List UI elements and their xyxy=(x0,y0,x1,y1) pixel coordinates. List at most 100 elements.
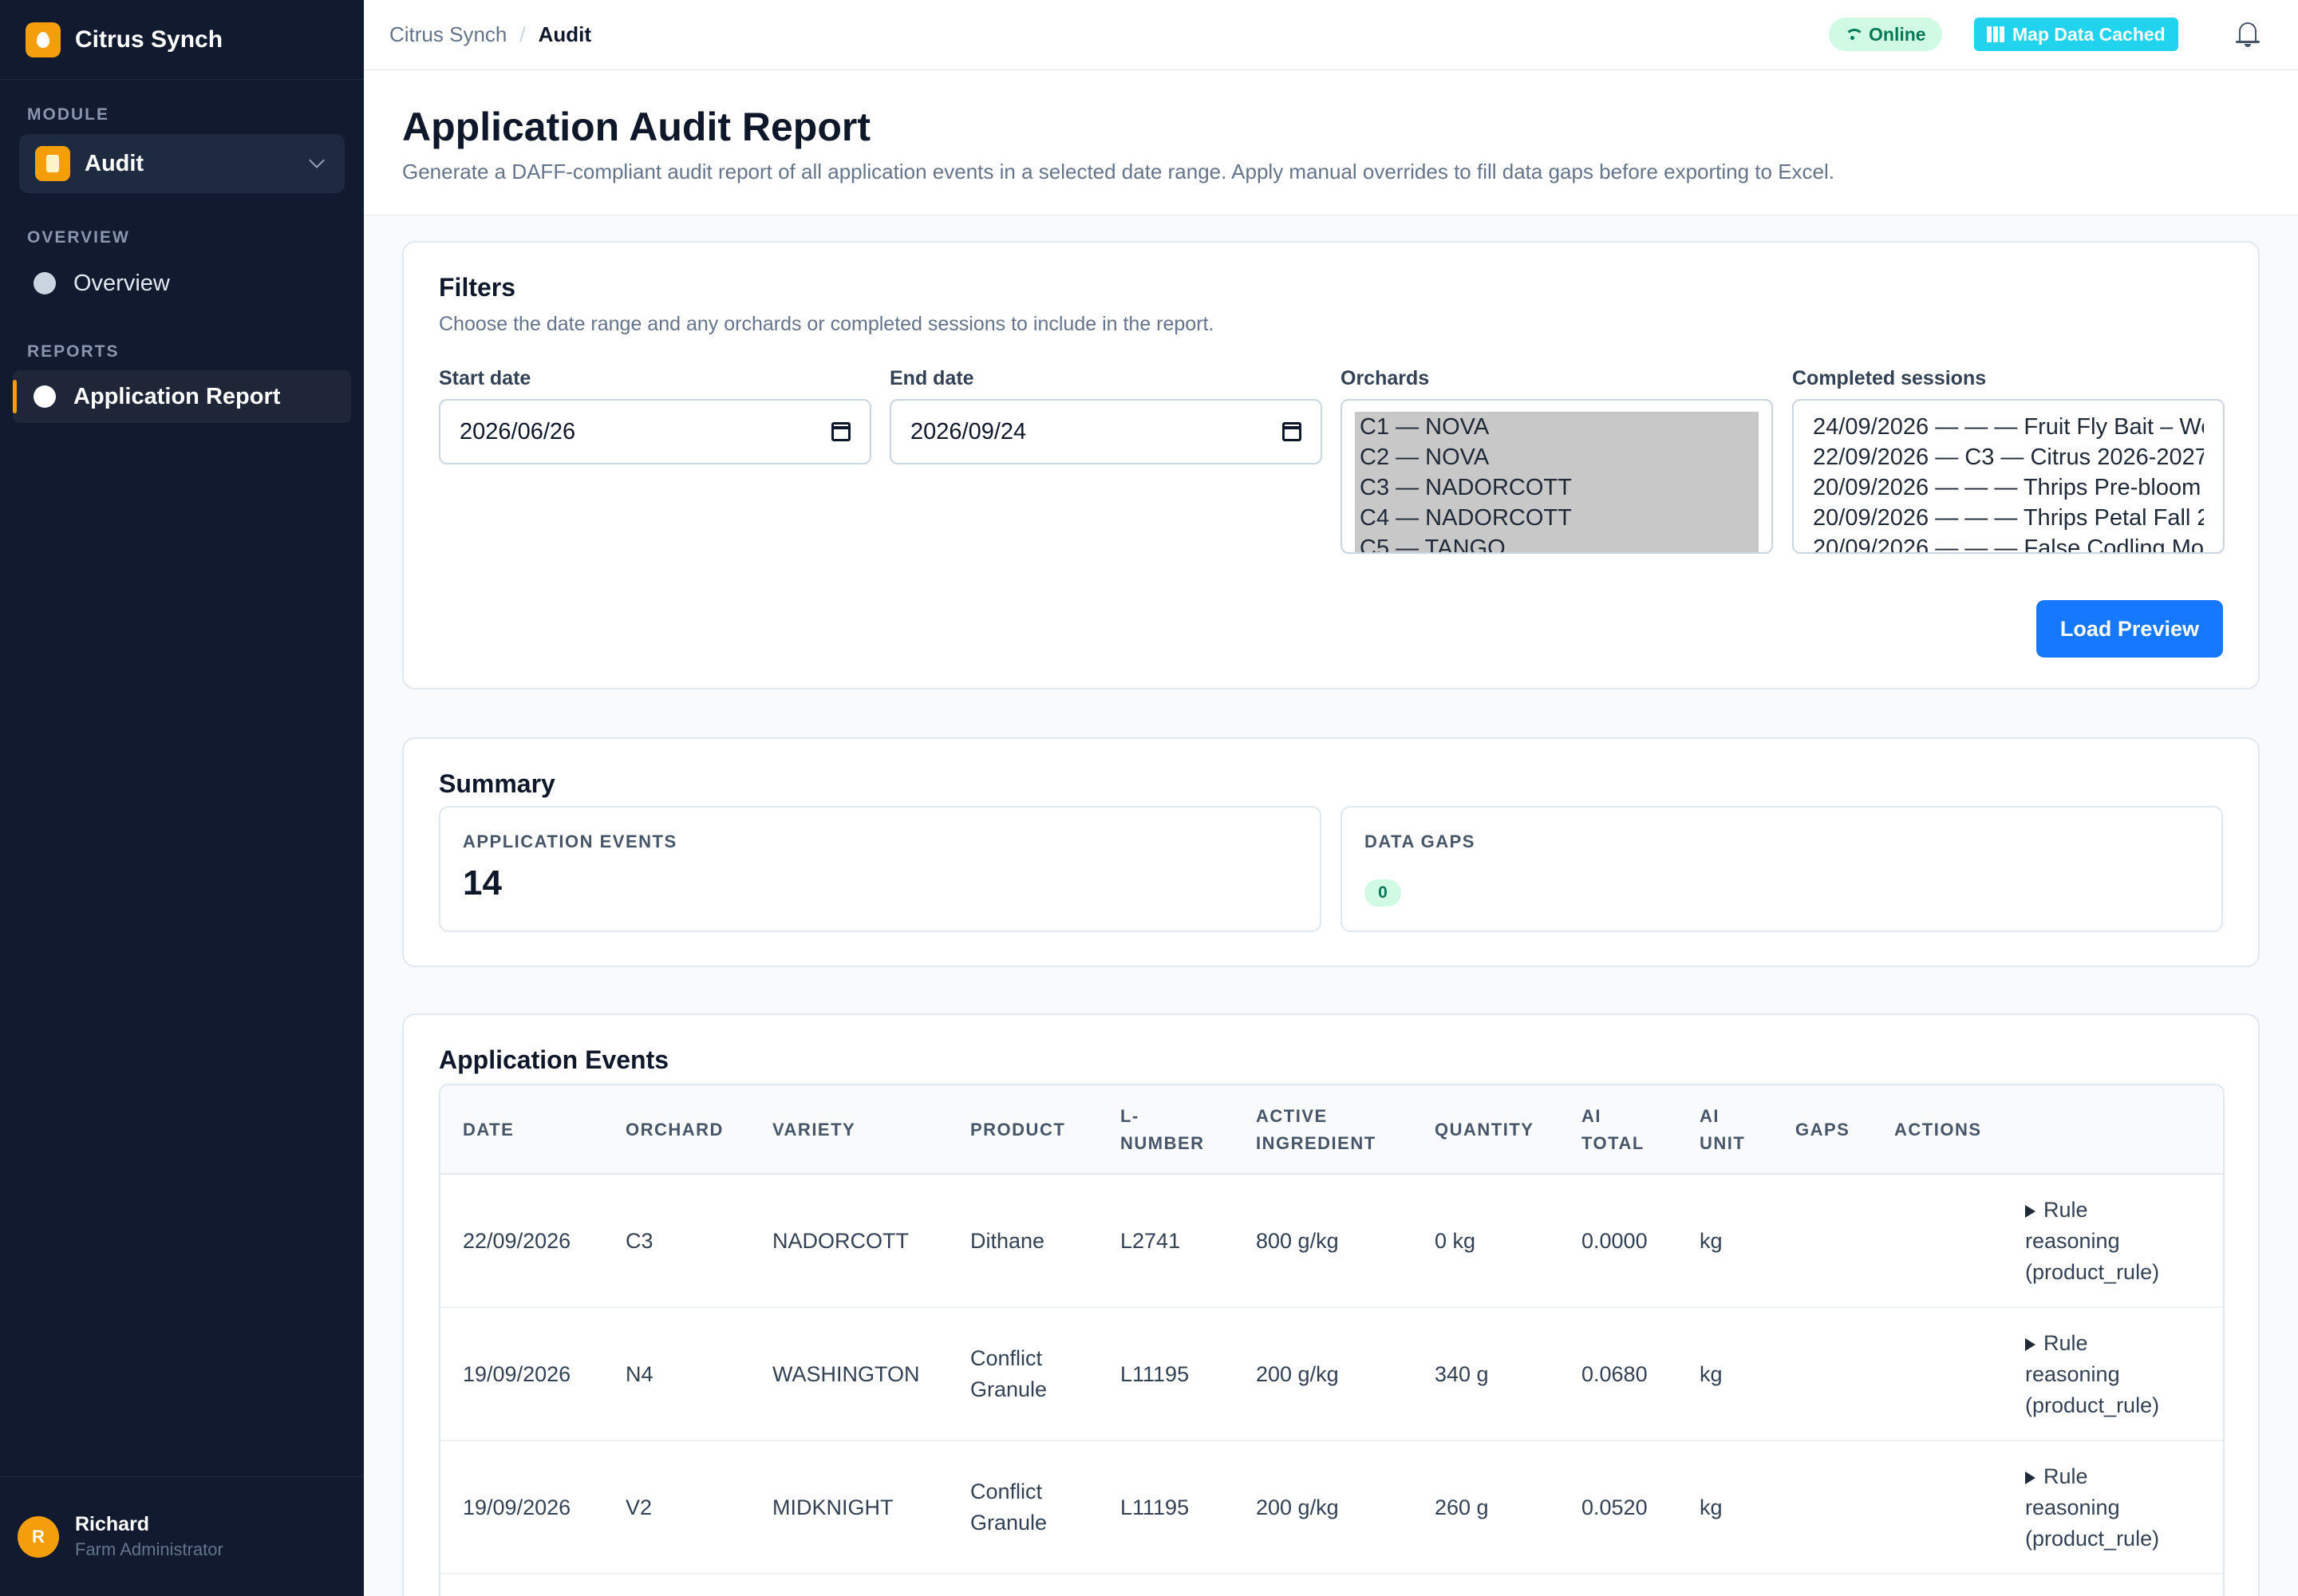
cell-orchard: C3 xyxy=(626,1229,653,1253)
cell-active-ingredient: 200 g/kg xyxy=(1256,1362,1339,1386)
col-quantity[interactable]: QUANTITY xyxy=(1435,1116,1534,1144)
table-row: 19/09/2026 V2 MIDKNIGHT Conflict Granule… xyxy=(440,1441,2223,1574)
rule-label-line1: Rule xyxy=(2043,1464,2088,1488)
col-ai-total[interactable]: AI TOTAL xyxy=(1581,1103,1645,1157)
module-select[interactable]: Audit xyxy=(19,134,345,193)
sessions-multiselect[interactable]: 24/09/2026 — — — Fruit Fly Bait – We 22/… xyxy=(1792,399,2225,554)
cell-variety: NADORCOTT xyxy=(772,1229,909,1253)
session-option[interactable]: 20/09/2026 — — — Thrips Pre-bloom xyxy=(1813,472,2204,503)
col-variety[interactable]: VARIETY xyxy=(772,1116,855,1144)
brand-name: Citrus Synch xyxy=(75,26,223,53)
rule-reasoning-toggle[interactable]: Rule reasoning (product_rule) xyxy=(2025,1195,2159,1288)
circle-icon xyxy=(34,272,56,294)
col-lnumber[interactable]: L- NUMBER xyxy=(1120,1103,1205,1157)
start-date-label: Start date xyxy=(439,367,531,389)
col-aiunit-line2: UNIT xyxy=(1700,1133,1746,1153)
orchard-option[interactable]: C3 — NADORCOTT xyxy=(1360,472,1754,503)
data-gaps-stat: DATA GAPS 0 xyxy=(1340,806,2223,932)
orchard-option[interactable]: C4 — NADORCOTT xyxy=(1360,503,1754,533)
cell-orchard: V2 xyxy=(626,1495,653,1519)
col-product[interactable]: PRODUCT xyxy=(970,1116,1065,1144)
sessions-label: Completed sessions xyxy=(1792,367,1987,389)
orchard-option[interactable]: C2 — NOVA xyxy=(1360,442,1754,472)
orchard-option[interactable]: C1 — NOVA xyxy=(1360,412,1754,442)
orchard-option[interactable]: C5 — TANGO xyxy=(1360,533,1754,552)
bell-icon[interactable] xyxy=(2236,21,2260,48)
rule-label-line2: reasoning xyxy=(2025,1229,2120,1253)
end-date-input[interactable]: 2026/09/24 xyxy=(890,399,1322,464)
col-aiunit-line1: AI xyxy=(1700,1106,1720,1126)
rule-label-line3: (product_rule) xyxy=(2025,1527,2160,1551)
rule-label-line3: (product_rule) xyxy=(2025,1393,2160,1417)
avatar: R xyxy=(18,1515,59,1558)
map-cache-label: Map Data Cached xyxy=(2012,23,2166,45)
cell-lnumber: L2741 xyxy=(1120,1229,1181,1253)
cell-product: Dithane xyxy=(970,1226,1044,1257)
brand[interactable]: Citrus Synch xyxy=(0,0,364,80)
breadcrumb: Citrus Synch / Audit xyxy=(389,22,591,47)
table-row: 22/09/2026 C3 NADORCOTT Dithane L2741 80… xyxy=(440,1175,2223,1308)
chevron-down-icon xyxy=(309,152,325,168)
rule-reasoning-toggle[interactable]: Rule reasoning (product_rule) xyxy=(2025,1461,2159,1555)
calendar-icon[interactable] xyxy=(1282,422,1301,441)
cell-product-line1: Dithane xyxy=(970,1229,1045,1253)
col-gaps[interactable]: GAPS xyxy=(1795,1116,1850,1144)
col-orchard[interactable]: ORCHARD xyxy=(626,1116,724,1144)
col-active-line1: ACTIVE xyxy=(1256,1106,1328,1126)
cell-orchard: N4 xyxy=(626,1362,653,1386)
cell-active-ingredient: 800 g/kg xyxy=(1256,1229,1339,1253)
cell-ai-total: 0.0000 xyxy=(1581,1229,1648,1253)
online-status-label: Online xyxy=(1869,23,1926,45)
filters-title: Filters xyxy=(439,273,516,302)
clipboard-icon xyxy=(35,146,70,181)
breadcrumb-root[interactable]: Citrus Synch xyxy=(389,22,507,47)
session-option[interactable]: 20/09/2026 — — — False Codling Mo xyxy=(1813,533,2204,552)
session-option[interactable]: 20/09/2026 — — — Thrips Petal Fall 2 xyxy=(1813,503,2204,533)
rule-label-line3: (product_rule) xyxy=(2025,1260,2160,1284)
col-aitotal-line1: AI xyxy=(1581,1106,1601,1126)
rule-label-line1: Rule xyxy=(2043,1198,2088,1222)
page-title: Application Audit Report xyxy=(402,105,871,149)
load-preview-button[interactable]: Load Preview xyxy=(2035,600,2223,658)
sidebar-item-label: Application Report xyxy=(73,383,281,409)
rule-label-line1: Rule xyxy=(2043,1331,2088,1355)
citrus-drop-icon xyxy=(26,22,61,57)
data-gaps-badge: 0 xyxy=(1364,879,1401,907)
page-header: Application Audit Report Generate a DAFF… xyxy=(364,70,2298,215)
sidebar-item-label: Overview xyxy=(73,270,170,296)
cell-quantity: 0 kg xyxy=(1435,1229,1476,1253)
session-option[interactable]: 22/09/2026 — C3 — Citrus 2026-2027 xyxy=(1813,442,2204,472)
cell-quantity: 260 g xyxy=(1435,1495,1489,1519)
module-section-label: MODULE xyxy=(27,105,109,124)
col-ai-unit[interactable]: AI UNIT xyxy=(1700,1103,1745,1157)
map-icon xyxy=(1987,26,2004,42)
summary-title: Summary xyxy=(439,769,555,798)
cell-ai-unit: kg xyxy=(1700,1495,1723,1519)
caret-right-icon xyxy=(2025,1471,2035,1484)
start-date-input[interactable]: 2026/06/26 xyxy=(439,399,871,464)
orchards-multiselect[interactable]: C1 — NOVA C2 — NOVA C3 — NADORCOTT C4 — … xyxy=(1340,399,1773,554)
stat-label: APPLICATION EVENTS xyxy=(463,832,677,851)
cell-product-line1: Conflict xyxy=(970,1346,1043,1370)
user-profile[interactable]: R Richard Farm Administrator xyxy=(0,1476,364,1596)
cell-quantity: 340 g xyxy=(1435,1362,1489,1386)
sidebar: Citrus Synch MODULE Audit OVERVIEW Overv… xyxy=(0,0,364,1596)
rule-label-line2: reasoning xyxy=(2025,1362,2120,1386)
overview-section-label: OVERVIEW xyxy=(27,228,130,247)
stat-value: 14 xyxy=(463,863,502,903)
user-name: Richard xyxy=(75,1513,150,1535)
cell-variety: MIDKNIGHT xyxy=(772,1495,894,1519)
col-active-ingredient[interactable]: ACTIVE INGREDIENT xyxy=(1256,1103,1376,1157)
calendar-icon[interactable] xyxy=(831,422,851,441)
col-date[interactable]: DATE xyxy=(463,1116,514,1144)
breadcrumb-separator: / xyxy=(519,22,526,46)
rule-reasoning-toggle[interactable]: Rule reasoning (product_rule) xyxy=(2025,1328,2159,1421)
orchards-label: Orchards xyxy=(1340,367,1430,389)
circle-icon xyxy=(34,385,56,408)
sidebar-item-application-report[interactable]: Application Report xyxy=(13,370,351,423)
sidebar-item-overview[interactable]: Overview xyxy=(13,257,351,310)
caret-right-icon xyxy=(2025,1337,2035,1351)
cell-lnumber: L11195 xyxy=(1120,1495,1190,1519)
filters-card: Filters Choose the date range and any or… xyxy=(402,241,2260,689)
session-option[interactable]: 24/09/2026 — — — Fruit Fly Bait – We xyxy=(1813,412,2204,442)
